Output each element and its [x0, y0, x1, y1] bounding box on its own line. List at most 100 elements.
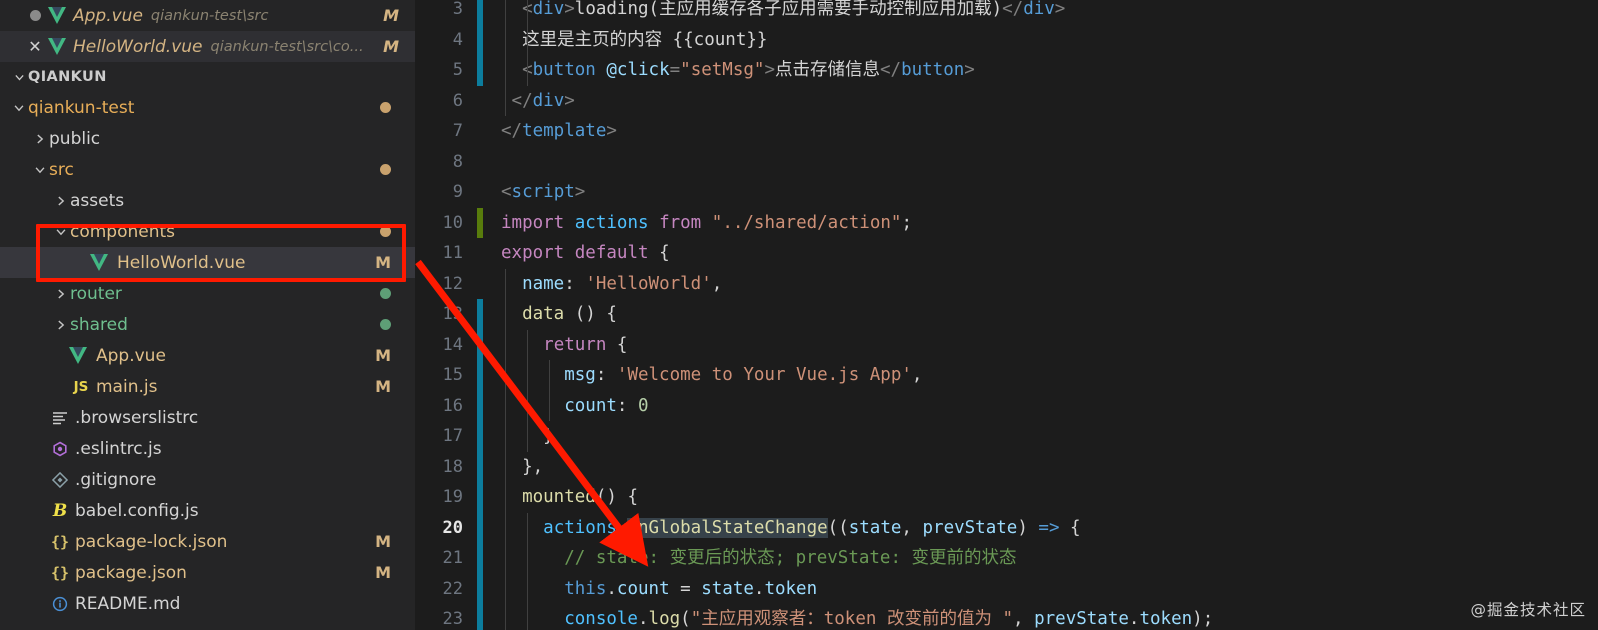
tree-item-label: .eslintrc.js — [75, 438, 162, 459]
indent-guide — [505, 543, 506, 574]
json-file-icon: {} — [50, 532, 70, 551]
code-line[interactable]: 22 this.count = state.token — [415, 573, 1598, 604]
open-editor-item[interactable]: ✕ HelloWorld.vue qiankun-test\src\co... M — [0, 31, 415, 62]
gutter-change-marker — [477, 421, 483, 452]
tree-item-label: App.vue — [96, 345, 166, 366]
line-number: 22 — [442, 578, 463, 599]
gutter-change-marker — [477, 329, 483, 360]
code-line[interactable]: 7 </template> — [415, 116, 1598, 147]
folder-change-dot-icon — [380, 319, 391, 330]
line-number: 11 — [442, 243, 463, 264]
tree-item-main-js[interactable]: JS main.js M — [0, 371, 415, 402]
folder-change-dot-icon — [380, 288, 391, 299]
git-status-badge: M — [375, 532, 391, 551]
indent-guide — [505, 329, 506, 360]
indent-guide — [527, 421, 528, 452]
line-number: 4 — [452, 29, 463, 50]
open-editor-item[interactable]: App.vue qiankun-test\src M — [0, 0, 415, 31]
code-line[interactable]: 19 mounted() { — [415, 482, 1598, 513]
code-line[interactable]: 15 msg: 'Welcome to Your Vue.js App', — [415, 360, 1598, 391]
code-text: }, — [501, 456, 544, 477]
code-line[interactable]: 6 </div> — [415, 85, 1598, 117]
code-editor[interactable]: 3 <div>loading(主应用缓存各子应用需要手动控制应用加载)</div… — [415, 0, 1598, 630]
tree-item-package-json[interactable]: {} package.json M — [0, 557, 415, 588]
code-line[interactable]: 8 — [415, 147, 1598, 178]
gutter-change-marker — [477, 147, 483, 178]
tree-item-components[interactable]: components — [0, 216, 415, 247]
chevron-right-icon — [31, 132, 49, 146]
open-editor-path: qiankun-test\src — [150, 7, 269, 24]
tree-item-app-vue[interactable]: App.vue M — [0, 340, 415, 371]
code-line[interactable]: 4 这里是主页的内容 {{count}} — [415, 24, 1598, 55]
tree-item-src[interactable]: src — [0, 154, 415, 185]
indent-guide — [505, 573, 506, 604]
line-number: 6 — [452, 90, 463, 111]
code-line[interactable]: 9 <script> — [415, 177, 1598, 208]
code-line[interactable]: 23 console.log("主应用观察者：token 改变前的值为 ", p… — [415, 604, 1598, 630]
indent-guide — [505, 55, 506, 86]
tree-item-shared[interactable]: shared — [0, 309, 415, 340]
code-line[interactable]: 10 import actions from "../shared/action"… — [415, 207, 1598, 238]
gutter-change-marker — [477, 451, 483, 482]
dirty-indicator-icon[interactable] — [22, 10, 48, 21]
indent-guide — [527, 390, 528, 421]
explorer-section-header[interactable]: QIANKUN — [0, 62, 415, 92]
open-editor-path: qiankun-test\src\co... — [210, 38, 364, 55]
code-text: mounted() { — [522, 487, 638, 507]
tree-item-browserslistrc[interactable]: .browserslistrc — [0, 402, 415, 433]
line-number: 14 — [442, 334, 463, 355]
tree-item-router[interactable]: router — [0, 278, 415, 309]
tree-item-package-lock-json[interactable]: {} package-lock.json M — [0, 526, 415, 557]
code-line[interactable]: 14 return { — [415, 329, 1598, 360]
gutter-change-marker — [477, 573, 483, 604]
git-status-badge: M — [375, 346, 391, 365]
indent-guide — [505, 268, 506, 299]
code-line[interactable]: 3 <div>loading(主应用缓存各子应用需要手动控制应用加载)</div… — [415, 0, 1598, 25]
code-text: 这里是主页的内容 {{count}} — [501, 29, 768, 50]
tree-item-helloworld-vue[interactable]: HelloWorld.vue M — [0, 247, 415, 278]
gutter-change-marker — [477, 482, 483, 513]
tree-item-gitignore[interactable]: .gitignore — [0, 464, 415, 495]
gutter-change-marker — [477, 86, 483, 117]
gutter-change-marker — [477, 24, 483, 55]
vue-file-icon — [48, 7, 67, 24]
tree-item-qiankun-test[interactable]: qiankun-test — [0, 92, 415, 123]
code-line[interactable]: 13 data () { — [415, 299, 1598, 330]
indent-guide — [505, 390, 506, 421]
explorer-section-title: QIANKUN — [28, 69, 107, 85]
indent-guide — [549, 390, 550, 421]
tree-item-readme-md[interactable]: README.md — [0, 588, 415, 619]
close-icon[interactable]: ✕ — [22, 38, 48, 55]
open-editors-list: App.vue qiankun-test\src M ✕ HelloWorld.vue q… — [0, 0, 415, 62]
gutter-change-marker — [477, 269, 483, 300]
line-number: 3 — [452, 0, 463, 20]
code-text: msg: 'Welcome to Your Vue.js App', — [564, 365, 923, 385]
tree-item-eslintrc-js[interactable]: .eslintrc.js — [0, 433, 415, 464]
gutter-change-marker — [477, 604, 483, 630]
code-line[interactable]: 20 actions.onGlobalStateChange((state, p… — [415, 512, 1598, 543]
code-line[interactable]: 18 }, — [415, 451, 1598, 482]
code-line[interactable]: 16 count: 0 — [415, 390, 1598, 421]
indent-guide — [505, 0, 506, 25]
code-text: this.count = state.token — [564, 578, 818, 599]
tree-item-label: assets — [70, 190, 125, 211]
json-file-icon: {} — [50, 563, 70, 582]
code-line[interactable]: 5 <button @click="setMsg">点击存储信息</button… — [415, 55, 1598, 86]
tree-item-label: HelloWorld.vue — [117, 252, 246, 273]
indent-guide — [527, 329, 528, 360]
code-line[interactable]: 21 // state: 变更后的状态; prevState: 变更前的状态 — [415, 543, 1598, 574]
indent-guide — [505, 482, 506, 513]
tree-item-babel-config-js[interactable]: Bbabel.config.js — [0, 495, 415, 526]
tree-item-assets[interactable]: assets — [0, 185, 415, 216]
code-text: <script> — [501, 182, 586, 202]
line-number: 20 — [442, 517, 463, 538]
line-number: 12 — [442, 273, 463, 294]
code-line[interactable]: 11 export default { — [415, 238, 1598, 269]
code-line[interactable]: 17 } — [415, 421, 1598, 452]
code-lines: 3 <div>loading(主应用缓存各子应用需要手动控制应用加载)</div… — [415, 0, 1598, 630]
vscode-window: App.vue qiankun-test\src M ✕ HelloWorld.vue q… — [0, 0, 1598, 630]
indent-guide — [527, 573, 528, 604]
code-line[interactable]: 12 name: 'HelloWorld', — [415, 268, 1598, 300]
tree-item-public[interactable]: public — [0, 123, 415, 154]
gutter-change-marker — [477, 177, 483, 208]
